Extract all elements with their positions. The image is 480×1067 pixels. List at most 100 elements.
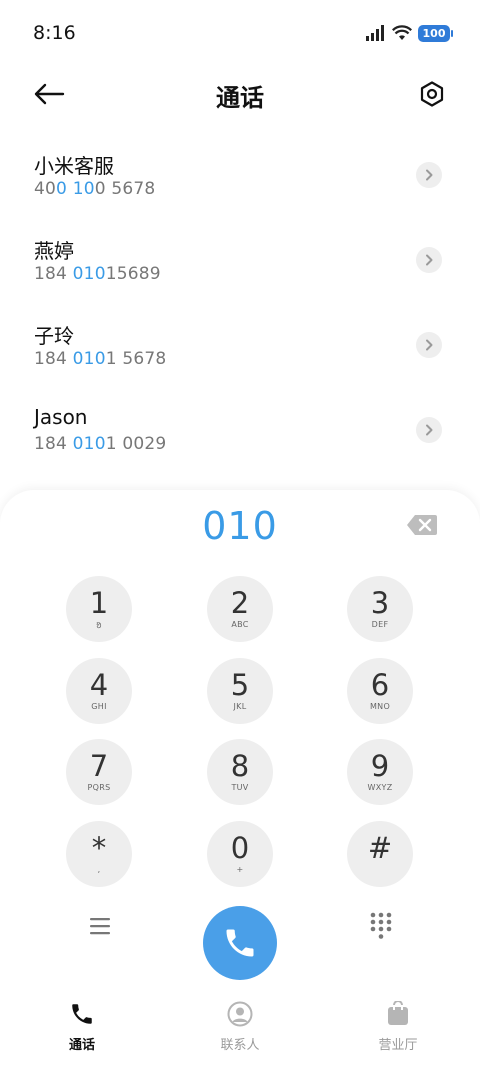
dial-key-7[interactable]: 7 PQRS	[66, 739, 132, 805]
contact-result-item[interactable]: 子玲 184 0101 5678	[0, 302, 480, 387]
number-segment: 1 5678	[105, 349, 167, 369]
nav-icon-wrapper	[384, 1000, 412, 1028]
wifi-icon	[392, 25, 412, 40]
key-letters: MNO	[369, 702, 391, 711]
search-results-list: 小米客服 400 100 5678 燕婷 184 01015689 子玲 184 0101…	[0, 132, 480, 472]
key-letters: TUV	[231, 783, 249, 792]
dial-key-0[interactable]: 0 +	[207, 821, 273, 887]
key-digit: 2	[230, 586, 250, 620]
dial-key-2[interactable]: 2 ABC	[207, 576, 273, 642]
nav-label: 联系人	[220, 1038, 260, 1053]
nav-tab-2[interactable]: 营业厅	[358, 1000, 438, 1053]
contact-detail-button[interactable]	[416, 332, 442, 358]
dialpad-toggle-button[interactable]	[370, 912, 392, 940]
key-digit: 8	[230, 749, 250, 783]
number-segment: 184	[34, 264, 73, 284]
key-digit: 9	[370, 749, 390, 783]
header: 通话	[0, 68, 480, 124]
settings-button[interactable]	[416, 78, 448, 110]
number-match-highlight: 010	[72, 349, 106, 369]
nav-label: 通话	[68, 1038, 95, 1053]
contact-number: 184 01015689	[34, 264, 161, 284]
contact-number: 184 0101 0029	[34, 434, 166, 454]
key-digit: #	[367, 831, 393, 865]
nav-label: 营业厅	[378, 1038, 418, 1053]
dial-key-6[interactable]: 6 MNO	[347, 658, 413, 724]
number-match-highlight: 010	[72, 434, 106, 454]
contact-name: 燕婷	[34, 239, 74, 263]
number-segment: 40	[34, 179, 57, 199]
phone-icon	[72, 1004, 92, 1024]
chevron-right-icon	[426, 339, 433, 351]
nav-tab-1[interactable]: 联系人	[200, 1000, 280, 1053]
nav-icon-wrapper	[226, 1000, 254, 1028]
key-digit: 1	[89, 586, 109, 620]
contact-detail-button[interactable]	[416, 162, 442, 188]
status-icons: 100	[366, 22, 453, 44]
nav-icon-wrapper	[68, 1000, 96, 1028]
contact-detail-button[interactable]	[416, 417, 442, 443]
battery-icon: 100	[418, 24, 453, 42]
dial-key-5[interactable]: 5 JKL	[207, 658, 273, 724]
number-segment: 184	[34, 349, 73, 369]
chevron-right-icon	[426, 424, 433, 436]
number-match-highlight: 0	[56, 179, 68, 199]
contact-icon	[227, 1001, 253, 1027]
dial-key-9[interactable]: 9 WXYZ	[347, 739, 413, 805]
contact-name: 小米客服	[34, 154, 114, 178]
dialpad-grid-icon	[370, 912, 392, 939]
dial-key-hash[interactable]: #	[347, 821, 413, 887]
key-digit: *	[91, 831, 107, 865]
key-letters: +	[236, 865, 244, 874]
contact-number: 400 100 5678	[34, 179, 155, 199]
key-digit: 3	[370, 586, 390, 620]
contact-result-item[interactable]: 燕婷 184 01015689	[0, 217, 480, 302]
dial-key-star[interactable]: *,	[66, 821, 132, 887]
key-letters: JKL	[233, 702, 247, 711]
key-letters: ,	[97, 865, 101, 874]
dial-key-8[interactable]: 8 TUV	[207, 739, 273, 805]
phone-icon	[226, 929, 254, 957]
status-time: 8:16	[33, 22, 76, 44]
key-letters: ᱚ	[96, 621, 102, 630]
dial-key-1[interactable]: 1ᱚ	[66, 576, 132, 642]
chevron-right-icon	[426, 254, 433, 266]
number-segment: 184	[34, 434, 73, 454]
backspace-icon	[407, 515, 437, 535]
menu-button[interactable]	[88, 916, 112, 936]
contact-number: 184 0101 5678	[34, 349, 166, 369]
backspace-button[interactable]	[406, 514, 438, 536]
key-digit: 6	[370, 668, 390, 702]
dial-key-3[interactable]: 3 DEF	[347, 576, 413, 642]
key-letters: PQRS	[87, 783, 111, 792]
key-letters: WXYZ	[367, 783, 393, 792]
dialpad-panel: 010 1 ᱚ 2 ABC 3 DEF 4 GHI 5 JKL 6 MNO 7 PQRS 8 TUV 9 WXYZ…	[0, 490, 480, 990]
signal-icon	[366, 25, 384, 41]
key-letters: GHI	[91, 702, 107, 711]
contact-result-item[interactable]: Jason 184 0101 0029	[0, 387, 480, 472]
page-title: 通话	[216, 84, 264, 112]
number-segment: 15689	[105, 264, 161, 284]
contact-detail-button[interactable]	[416, 247, 442, 273]
status-bar: 8:16 100	[0, 0, 480, 68]
key-digit: 5	[230, 668, 250, 702]
bottom-navigation: 通话 联系人 营业厅	[0, 990, 480, 1067]
key-digit: 0	[230, 831, 250, 865]
key-letters: ABC	[231, 620, 249, 629]
dial-key-4[interactable]: 4 GHI	[66, 658, 132, 724]
contact-name: Jason	[34, 405, 88, 429]
settings-icon	[420, 81, 444, 107]
menu-icon	[90, 918, 110, 935]
number-segment: 1 0029	[105, 434, 167, 454]
key-digit: 7	[89, 749, 109, 783]
key-letters: DEF	[371, 620, 389, 629]
number-match-highlight: 10	[72, 179, 95, 199]
nav-tab-0[interactable]: 通话	[42, 1000, 122, 1053]
number-match-highlight: 010	[72, 264, 106, 284]
contact-name: 子玲	[34, 324, 74, 348]
shopping-bag-icon	[388, 1001, 408, 1025]
contact-result-item[interactable]: 小米客服 400 100 5678	[0, 132, 480, 217]
key-digit: 4	[89, 668, 109, 702]
number-segment: 0 5678	[94, 179, 156, 199]
call-button[interactable]	[203, 906, 277, 980]
